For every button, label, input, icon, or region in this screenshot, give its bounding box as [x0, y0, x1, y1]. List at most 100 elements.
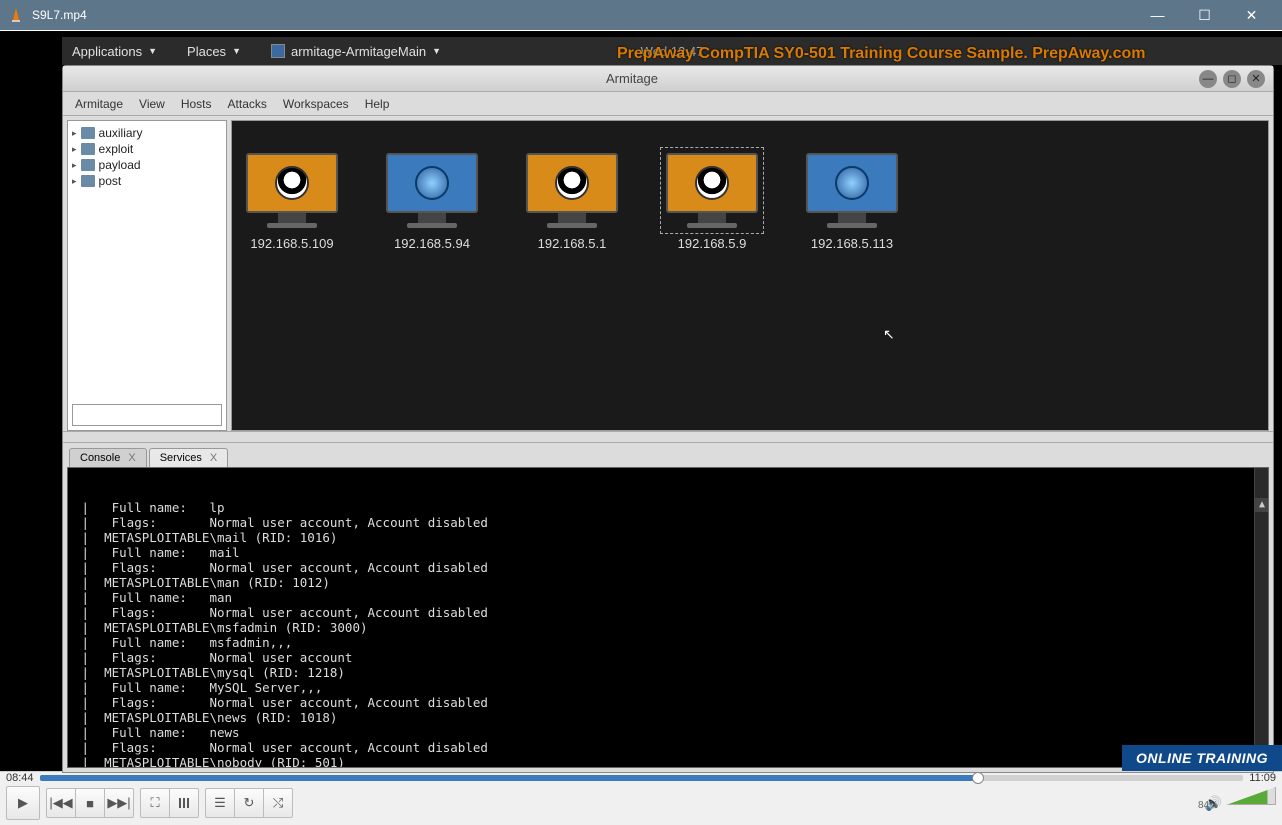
volume-control[interactable]: 🔊 84%: [1205, 787, 1276, 819]
chevron-down-icon: ▼: [148, 46, 157, 56]
tree-item-post[interactable]: ▸ post: [72, 173, 222, 189]
window-close-icon[interactable]: ✕: [1247, 70, 1265, 88]
armitage-window: Armitage — ◻ ✕ ArmitageViewHostsAttacksW…: [62, 65, 1274, 773]
vlc-icon: [8, 7, 24, 23]
tree-label: payload: [99, 158, 141, 172]
console-output[interactable]: | Full name: lp | Flags: Normal user acc…: [67, 467, 1269, 768]
online-training-badge: ONLINE TRAINING: [1122, 745, 1282, 771]
maximize-button[interactable]: ☐: [1182, 0, 1227, 30]
menu-hosts[interactable]: Hosts: [175, 95, 218, 113]
linux-icon: [275, 166, 309, 200]
menu-attacks[interactable]: Attacks: [222, 95, 273, 113]
monitor-icon: [526, 153, 618, 213]
host-192-168-5-9[interactable]: 192.168.5.9: [662, 151, 762, 251]
armitage-menubar: ArmitageViewHostsAttacksWorkspacesHelp: [63, 92, 1273, 116]
tree-label: post: [99, 174, 122, 188]
module-search-input[interactable]: [72, 404, 222, 426]
close-icon[interactable]: X: [210, 452, 217, 464]
monitor-icon: [386, 153, 478, 213]
folder-icon: [81, 159, 95, 171]
volume-percent: 84%: [1198, 800, 1218, 811]
host-192-168-5-94[interactable]: 192.168.5.94: [382, 151, 482, 251]
applications-menu[interactable]: Applications ▼: [72, 44, 157, 59]
seek-slider[interactable]: [40, 775, 1244, 781]
host-192-168-5-1[interactable]: 192.168.5.1: [522, 151, 622, 251]
vlc-titlebar: S9L7.mp4 — ☐ ✕: [0, 0, 1282, 30]
armitage-titlebar[interactable]: Armitage — ◻ ✕: [63, 66, 1273, 92]
windows-icon: [835, 166, 869, 200]
tab-services[interactable]: Services X: [149, 448, 229, 467]
linux-icon: [555, 166, 589, 200]
tab-label: Console: [80, 452, 120, 464]
seek-thumb[interactable]: [972, 772, 984, 784]
time-total: 11:09: [1249, 772, 1276, 784]
host-ip-label: 192.168.5.9: [662, 236, 762, 251]
taskbar-app-label: armitage-ArmitageMain: [291, 44, 426, 59]
minimize-button[interactable]: —: [1135, 0, 1180, 30]
disclosure-icon: ▸: [72, 176, 77, 187]
disclosure-icon: ▸: [72, 160, 77, 171]
menu-view[interactable]: View: [133, 95, 171, 113]
window-maximize-icon[interactable]: ◻: [1223, 70, 1241, 88]
folder-icon: [81, 143, 95, 155]
volume-slider[interactable]: [1226, 787, 1276, 805]
module-tree[interactable]: ▸ auxiliary ▸ exploit ▸ payload ▸ post: [67, 120, 227, 431]
video-area: Applications ▼ Places ▼ armitage-Armitag…: [0, 30, 1282, 772]
disclosure-icon: ▸: [72, 128, 77, 139]
loop-button[interactable]: ↻: [234, 788, 264, 818]
console-scrollbar[interactable]: ▲ ▼: [1254, 468, 1268, 767]
tree-item-payload[interactable]: ▸ payload: [72, 157, 222, 173]
host-ip-label: 192.168.5.113: [802, 236, 902, 251]
menu-help[interactable]: Help: [359, 95, 396, 113]
chevron-down-icon: ▼: [432, 46, 441, 56]
next-button[interactable]: ▶▶|: [104, 788, 134, 818]
cursor-icon: ↖: [883, 326, 895, 343]
folder-icon: [81, 175, 95, 187]
tree-label: exploit: [99, 142, 134, 156]
tab-console[interactable]: Console X: [69, 448, 147, 467]
disclosure-icon: ▸: [72, 144, 77, 155]
fullscreen-button[interactable]: ⛶: [140, 788, 170, 818]
taskbar-app[interactable]: armitage-ArmitageMain ▼: [271, 44, 441, 59]
host-ip-label: 192.168.5.1: [522, 236, 622, 251]
hosts-panel[interactable]: 192.168.5.109 192.168.5.94 192.168.5.1 192.…: [231, 120, 1269, 431]
previous-button[interactable]: |◀◀: [46, 788, 76, 818]
host-192-168-5-109[interactable]: 192.168.5.109: [242, 151, 342, 251]
time-current: 08:44: [6, 772, 34, 784]
scroll-up-icon[interactable]: ▲: [1255, 498, 1269, 512]
vlc-seekbar-row: 08:44 11:09: [0, 772, 1282, 784]
monitor-icon: [246, 153, 338, 213]
applications-label: Applications: [72, 44, 142, 59]
watermark-text: PrepAway CompTIA SY0-501 Training Course…: [617, 45, 1145, 63]
host-192-168-5-113[interactable]: 192.168.5.113: [802, 151, 902, 251]
host-ip-label: 192.168.5.109: [242, 236, 342, 251]
armitage-title: Armitage: [71, 71, 1193, 86]
tree-label: auxiliary: [99, 126, 143, 140]
close-icon[interactable]: X: [128, 452, 135, 464]
split-divider[interactable]: [63, 431, 1273, 443]
tab-label: Services: [160, 452, 202, 464]
close-button[interactable]: ✕: [1229, 0, 1274, 30]
folder-icon: [81, 127, 95, 139]
places-menu[interactable]: Places ▼: [187, 44, 241, 59]
monitor-icon: [666, 153, 758, 213]
console-tabs: Console X Services X: [63, 443, 1273, 467]
tree-item-auxiliary[interactable]: ▸ auxiliary: [72, 125, 222, 141]
extended-settings-button[interactable]: [169, 788, 199, 818]
window-minimize-icon[interactable]: —: [1199, 70, 1217, 88]
play-button[interactable]: ▶: [6, 786, 40, 820]
vlc-title: S9L7.mp4: [32, 8, 1135, 22]
menu-armitage[interactable]: Armitage: [69, 95, 129, 113]
stop-button[interactable]: ■: [75, 788, 105, 818]
playlist-button[interactable]: ☰: [205, 788, 235, 818]
linux-icon: [695, 166, 729, 200]
shuffle-button[interactable]: ⤭: [263, 788, 293, 818]
windows-icon: [415, 166, 449, 200]
app-icon: [271, 44, 285, 58]
tree-item-exploit[interactable]: ▸ exploit: [72, 141, 222, 157]
menu-workspaces[interactable]: Workspaces: [277, 95, 355, 113]
chevron-down-icon: ▼: [232, 46, 241, 56]
host-ip-label: 192.168.5.94: [382, 236, 482, 251]
vlc-controls: ▶ |◀◀ ■ ▶▶| ⛶ ☰ ↻ ⤭ 🔊 84%: [0, 784, 1282, 822]
places-label: Places: [187, 44, 226, 59]
